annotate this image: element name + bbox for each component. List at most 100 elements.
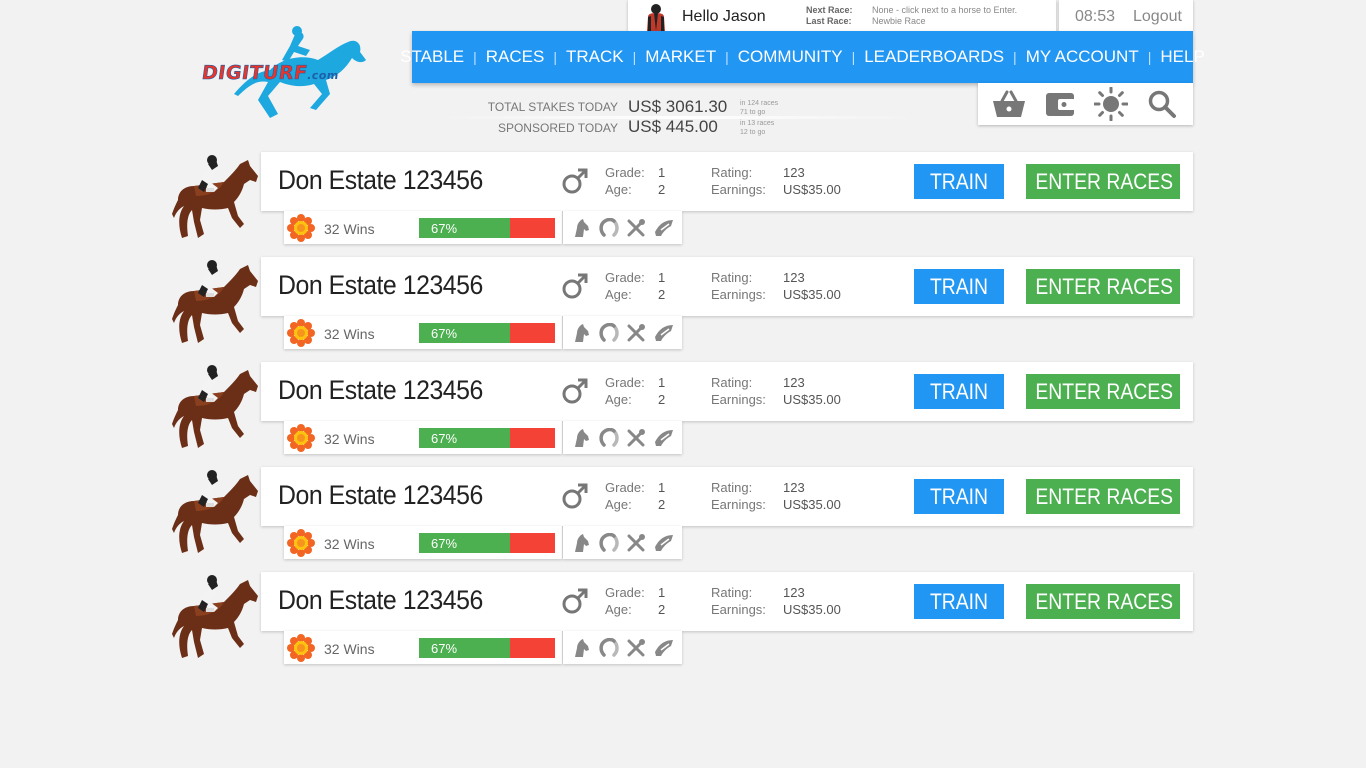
rating-label: Rating: xyxy=(711,165,753,180)
earnings-value: US$35.00 xyxy=(783,602,841,617)
win-rate-percent: 67% xyxy=(431,641,458,656)
saddle-icon[interactable] xyxy=(653,427,675,449)
rating-value: 123 xyxy=(783,480,805,495)
tools-icon[interactable] xyxy=(625,532,647,554)
age-value: 2 xyxy=(658,497,666,512)
last-race-label: Last Race: xyxy=(806,16,852,26)
horse-name[interactable]: Don Estate 123456 xyxy=(278,165,483,196)
time-logout-bar: 08:53 Logout xyxy=(1059,0,1193,31)
male-gender-icon xyxy=(562,378,588,404)
tools-icon[interactable] xyxy=(625,322,647,344)
horseshoe-icon[interactable] xyxy=(598,532,620,554)
grade-value: 1 xyxy=(658,585,666,600)
digiturf-logo[interactable]: DIGITURF.com xyxy=(198,24,388,124)
wins-count: 32 Wins xyxy=(324,221,375,237)
enter-races-button[interactable]: ENTER RACES xyxy=(1026,374,1180,409)
nav-help[interactable]: HELP xyxy=(1160,47,1204,67)
total-stakes-note-togo: 71 to go xyxy=(740,109,766,116)
logo-wordmark: DIGITURF xyxy=(200,62,310,85)
horse-name[interactable]: Don Estate 123456 xyxy=(278,375,483,406)
total-stakes-amount: US$ 3061.30 xyxy=(628,97,728,116)
horse-row: Don Estate 123456 Grade: Age: 1 2 Rating: E… xyxy=(170,152,1200,252)
horse-head-icon[interactable] xyxy=(570,532,592,554)
nav-stable[interactable]: STABLE xyxy=(400,47,464,67)
train-button[interactable]: TRAIN xyxy=(914,164,1004,199)
horse-card: Don Estate 123456 Grade: Age: 1 2 Rating: E… xyxy=(261,152,1193,211)
horse-jockey-icon[interactable] xyxy=(170,257,262,349)
saddle-icon[interactable] xyxy=(653,217,675,239)
earnings-value: US$35.00 xyxy=(783,497,841,512)
horse-head-icon[interactable] xyxy=(570,322,592,344)
horse-jockey-icon[interactable] xyxy=(170,572,262,664)
nav-market[interactable]: MARKET xyxy=(645,47,716,67)
search-icon[interactable] xyxy=(1144,86,1180,122)
train-button[interactable]: TRAIN xyxy=(914,374,1004,409)
horse-row: Don Estate 123456 Grade: Age: 1 2 Rating: E… xyxy=(170,362,1200,462)
enter-races-button[interactable]: ENTER RACES xyxy=(1026,269,1180,304)
horse-head-icon[interactable] xyxy=(570,637,592,659)
horse-card: Don Estate 123456 Grade: Age: 1 2 Rating: E… xyxy=(261,572,1193,631)
enter-races-button[interactable]: ENTER RACES xyxy=(1026,479,1180,514)
horse-row: Don Estate 123456 Grade: Age: 1 2 Rating: E… xyxy=(170,572,1200,672)
horse-jockey-icon[interactable] xyxy=(170,467,262,559)
train-button-label: TRAIN xyxy=(929,169,989,194)
horseshoe-icon[interactable] xyxy=(598,427,620,449)
nav-separator: | xyxy=(632,49,637,65)
horse-head-icon[interactable] xyxy=(570,427,592,449)
horseshoe-icon[interactable] xyxy=(598,322,620,344)
nav-community[interactable]: COMMUNITY xyxy=(738,47,843,67)
grade-value: 1 xyxy=(658,165,666,180)
basket-icon[interactable] xyxy=(991,86,1027,122)
grade-label: Grade: xyxy=(605,375,645,390)
win-rate-percent: 67% xyxy=(431,431,458,446)
win-rate-bar: 67% xyxy=(419,533,555,553)
next-race-value: None - click next to a horse to Enter. xyxy=(872,5,1018,15)
nav-leaderboards[interactable]: LEADERBOARDS xyxy=(864,47,1004,67)
wins-count: 32 Wins xyxy=(324,536,375,552)
male-gender-icon xyxy=(562,273,588,299)
saddle-icon[interactable] xyxy=(653,532,675,554)
brightness-icon[interactable] xyxy=(1093,86,1129,122)
win-rate-bar: 67% xyxy=(419,218,555,238)
train-button[interactable]: TRAIN xyxy=(914,584,1004,619)
horse-jockey-icon[interactable] xyxy=(170,362,262,454)
horseshoe-icon[interactable] xyxy=(598,217,620,239)
nav-separator: | xyxy=(1147,49,1152,65)
age-value: 2 xyxy=(658,392,666,407)
win-rate-bar: 67% xyxy=(419,428,555,448)
horse-card: Don Estate 123456 Grade: Age: 1 2 Rating: E… xyxy=(261,257,1193,316)
wins-bar: 32 Wins 67% xyxy=(284,421,562,454)
saddle-icon[interactable] xyxy=(653,322,675,344)
user-bar: Hello Jason Next Race: Last Race: None -… xyxy=(628,0,1056,31)
enter-races-button[interactable]: ENTER RACES xyxy=(1026,584,1180,619)
horse-name[interactable]: Don Estate 123456 xyxy=(278,480,483,511)
grade-value: 1 xyxy=(658,375,666,390)
nav-track[interactable]: TRACK xyxy=(566,47,624,67)
rating-label: Rating: xyxy=(711,270,753,285)
wins-count: 32 Wins xyxy=(324,326,375,342)
rosette-badge-icon xyxy=(287,424,315,452)
horse-jockey-icon[interactable] xyxy=(170,152,262,244)
age-value: 2 xyxy=(658,182,666,197)
rating-label: Rating: xyxy=(711,375,753,390)
saddle-icon[interactable] xyxy=(653,637,675,659)
tools-icon[interactable] xyxy=(625,637,647,659)
train-button[interactable]: TRAIN xyxy=(914,479,1004,514)
horseshoe-icon[interactable] xyxy=(598,637,620,659)
wins-bar: 32 Wins 67% xyxy=(284,526,562,559)
last-race-value[interactable]: Newbie Race xyxy=(872,16,1017,27)
logout-link[interactable]: Logout xyxy=(1133,8,1182,26)
tools-icon[interactable] xyxy=(625,217,647,239)
tools-icon[interactable] xyxy=(625,427,647,449)
horse-name[interactable]: Don Estate 123456 xyxy=(278,585,483,616)
horse-head-icon[interactable] xyxy=(570,217,592,239)
train-button[interactable]: TRAIN xyxy=(914,269,1004,304)
nav-races[interactable]: RACES xyxy=(486,47,545,67)
wallet-icon[interactable] xyxy=(1042,86,1078,122)
jockey-avatar-icon[interactable] xyxy=(642,3,670,31)
horse-name[interactable]: Don Estate 123456 xyxy=(278,270,483,301)
male-gender-icon xyxy=(562,168,588,194)
nav-separator: | xyxy=(553,49,557,65)
enter-races-button[interactable]: ENTER RACES xyxy=(1026,164,1180,199)
nav-my-account[interactable]: MY ACCOUNT xyxy=(1026,47,1139,67)
